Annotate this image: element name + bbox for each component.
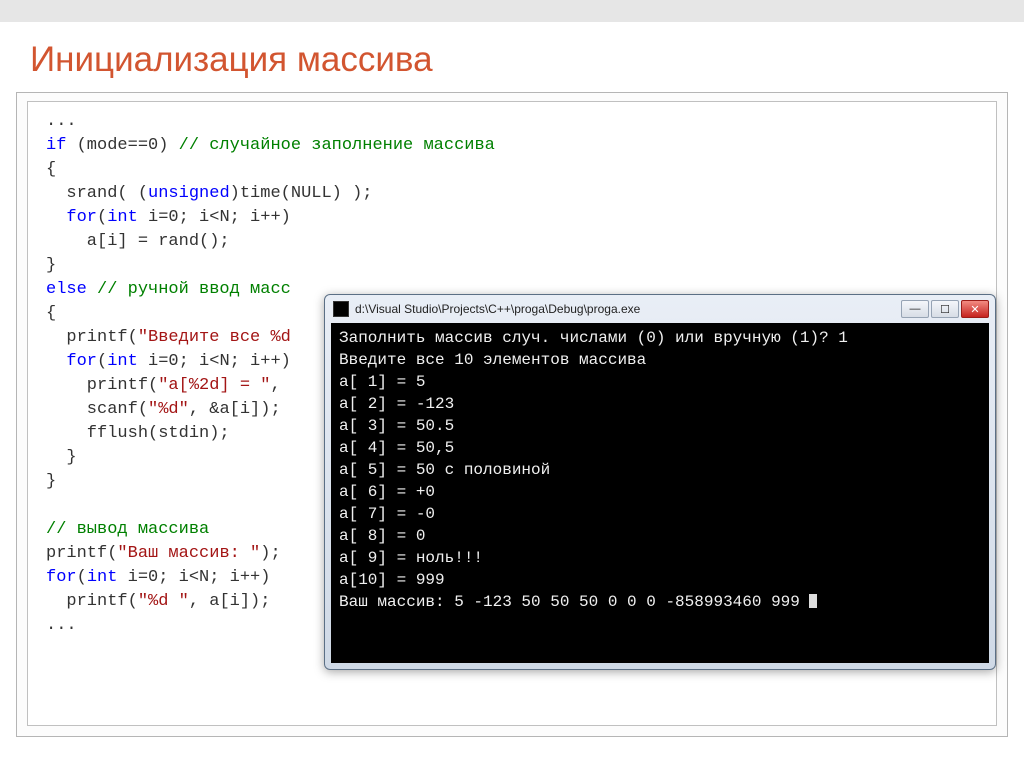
- console-titlebar[interactable]: d:\Visual Studio\Projects\C++\proga\Debu…: [325, 295, 995, 323]
- app-icon: [333, 301, 349, 317]
- console-output: Заполнить массив случ. числами (0) или в…: [331, 323, 989, 663]
- console-line: a[ 5] = 50 с половиной: [339, 461, 550, 479]
- slide-title: Инициализация массива: [0, 22, 1024, 92]
- console-line: a[10] = 999: [339, 571, 445, 589]
- close-button[interactable]: ✕: [961, 300, 989, 318]
- console-line: a[ 9] = ноль!!!: [339, 549, 483, 567]
- console-line: a[ 2] = -123: [339, 395, 454, 413]
- console-line: a[ 8] = 0: [339, 527, 425, 545]
- maximize-button[interactable]: ☐: [931, 300, 959, 318]
- cursor-icon: [809, 594, 817, 608]
- console-line: Введите все 10 элементов массива: [339, 351, 646, 369]
- minimize-button[interactable]: —: [901, 300, 929, 318]
- header-strip: [0, 0, 1024, 22]
- console-line: a[ 6] = +0: [339, 483, 435, 501]
- console-line: a[ 4] = 50,5: [339, 439, 454, 457]
- console-window: d:\Visual Studio\Projects\C++\proga\Debu…: [324, 294, 996, 670]
- console-line: Заполнить массив случ. числами (0) или в…: [339, 329, 848, 347]
- console-line: a[ 3] = 50.5: [339, 417, 454, 435]
- console-line: a[ 7] = -0: [339, 505, 435, 523]
- console-line: a[ 1] = 5: [339, 373, 425, 391]
- console-line: Ваш массив: 5 -123 50 50 50 0 0 0 -85899…: [339, 593, 809, 611]
- console-path: d:\Visual Studio\Projects\C++\proga\Debu…: [355, 302, 901, 316]
